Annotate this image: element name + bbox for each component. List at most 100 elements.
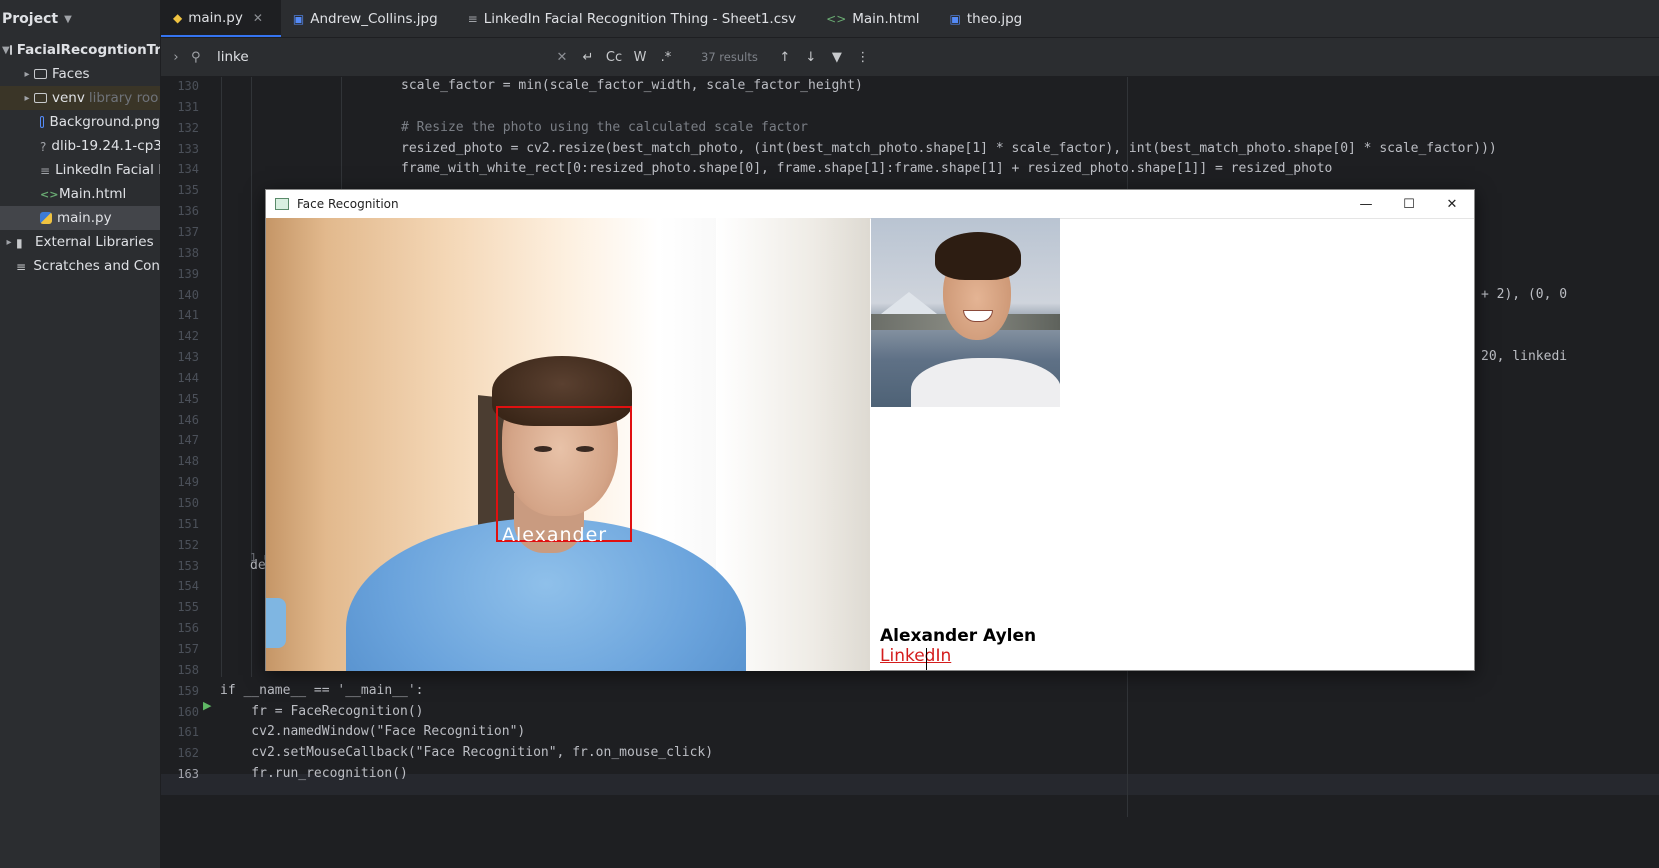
tree-item-background-png[interactable]: Background.png	[0, 110, 160, 134]
tree-item-label: LinkedIn Facial F	[55, 162, 161, 178]
tree-item-faces[interactable]: ▸ Faces	[0, 62, 160, 86]
line-number: 158	[177, 662, 199, 677]
tree-item-label: Scratches and Con	[33, 258, 160, 274]
indent-guide	[341, 77, 342, 197]
project-view-header[interactable]: Project ▼	[0, 0, 160, 38]
text-cursor	[926, 648, 927, 670]
image-icon: ▣	[949, 11, 961, 26]
tree-item-label: External Libraries	[35, 234, 154, 250]
more-icon[interactable]: ⋮	[850, 50, 876, 65]
tab-andrew-collins-jpg[interactable]: ▣ Andrew_Collins.jpg	[281, 0, 456, 37]
line-number: 145	[177, 391, 199, 406]
chevron-right-icon[interactable]: ›	[161, 50, 191, 65]
filter-icon[interactable]: ▼	[824, 50, 850, 65]
chevron-down-icon[interactable]: ▼	[2, 45, 10, 56]
code-line[interactable]: fr = FaceRecognition()	[220, 704, 423, 719]
line-number: 161	[177, 725, 199, 740]
code-line[interactable]: 20, linkedi	[1481, 349, 1567, 364]
line-number: 131	[177, 99, 199, 114]
line-number: 151	[177, 516, 199, 531]
tab-main-html[interactable]: <> Main.html	[814, 0, 937, 37]
tree-item-label: Faces	[52, 66, 90, 82]
chevron-right-icon[interactable]: ▸	[2, 237, 16, 248]
linkedin-link[interactable]: LinkedIn	[880, 646, 951, 666]
line-number: 142	[177, 329, 199, 344]
tree-item-label: Background.png	[49, 114, 160, 130]
unknown-file-icon: ?	[40, 140, 47, 154]
tree-item-dlib[interactable]: ? dlib-19.24.1-cp3	[0, 134, 160, 158]
maximize-icon[interactable]: ☐	[1387, 190, 1431, 218]
tree-item-main-html[interactable]: <> Main.html	[0, 182, 160, 206]
folder-icon	[34, 69, 47, 79]
chevron-right-icon[interactable]: ▸	[20, 93, 34, 104]
line-number: 132	[177, 120, 199, 135]
chevron-down-icon[interactable]: ▼	[64, 14, 72, 25]
line-number: 134	[177, 162, 199, 177]
window-title: Face Recognition	[297, 197, 399, 211]
code-line[interactable]: cv2.namedWindow("Face Recognition")	[220, 724, 525, 739]
tree-item-external-libraries[interactable]: ▸ ▮ External Libraries	[0, 230, 160, 254]
line-number: 136	[177, 204, 199, 219]
tab-csv[interactable]: ≡ LinkedIn Facial Recognition Thing - Sh…	[456, 0, 815, 37]
line-number: 139	[177, 266, 199, 281]
line-number: 156	[177, 621, 199, 636]
close-icon[interactable]: ✕	[253, 11, 263, 25]
line-number: 148	[177, 454, 199, 469]
code-line[interactable]: resized_photo = cv2.resize(best_match_ph…	[401, 141, 1497, 156]
regex-button[interactable]: .*	[653, 50, 679, 65]
match-name: Alexander Aylen	[880, 626, 1037, 646]
code-line[interactable]: if __name__ == '__main__':	[220, 683, 424, 698]
line-number: 130	[177, 79, 199, 93]
tab-theo-jpg[interactable]: ▣ theo.jpg	[938, 0, 1041, 37]
face-detection-box	[496, 406, 632, 542]
line-number: 150	[177, 496, 199, 510]
code-line[interactable]: + 2), (0, 0	[1481, 287, 1567, 302]
arrow-up-icon[interactable]: ↑	[772, 50, 798, 65]
minimize-icon[interactable]: —	[1344, 190, 1388, 218]
tree-item-label: venv	[52, 90, 85, 106]
run-icon[interactable]: ▶	[203, 699, 211, 712]
line-number: 133	[177, 141, 199, 156]
code-line[interactable]: fr.run_recognition()	[220, 766, 408, 781]
project-sidebar: Project ▼ ▼ FacialRecogntionTr ▸ Faces ▸…	[0, 0, 161, 868]
tree-item-suffix: library roo	[88, 90, 159, 106]
code-line[interactable]: frame_with_white_rect[0:resized_photo.sh…	[401, 161, 1332, 176]
tree-item-root[interactable]: ▼ FacialRecogntionTr	[0, 38, 160, 62]
tree-item-csv[interactable]: ≡ LinkedIn Facial F	[0, 158, 160, 182]
line-number: 162	[177, 746, 199, 761]
find-input[interactable]	[215, 48, 549, 66]
close-icon[interactable]: ✕	[1430, 190, 1474, 218]
line-number: 152	[177, 537, 199, 552]
window-title-bar[interactable]: Face Recognition — ☐ ✕	[266, 190, 1474, 219]
arrow-down-icon[interactable]: ↓	[798, 50, 824, 65]
mountain	[881, 292, 937, 314]
tab-label: main.py	[188, 9, 243, 26]
line-number: 147	[177, 433, 199, 448]
line-number: 140	[177, 287, 199, 302]
tab-main-py[interactable]: ◆ main.py ✕	[161, 0, 281, 37]
code-line[interactable]: scale_factor = min(scale_factor_width, s…	[401, 78, 863, 93]
new-line-icon[interactable]: ↵	[575, 50, 601, 65]
search-icon[interactable]: ⚲	[191, 50, 215, 65]
face-recognition-window[interactable]: Face Recognition — ☐ ✕ Alexander Alexand	[265, 189, 1475, 671]
find-results-count: 37 results	[701, 50, 758, 64]
tree-item-venv[interactable]: ▸ venv library roo	[0, 86, 160, 110]
whole-words-button[interactable]: W	[627, 50, 653, 65]
line-number: 160	[177, 704, 199, 719]
code-line[interactable]: # Resize the photo using the calculated …	[401, 120, 808, 135]
line-number: 138	[177, 245, 199, 260]
project-title: Project	[2, 11, 59, 27]
tab-label: LinkedIn Facial Recognition Thing - Shee…	[483, 10, 797, 27]
tab-label: Main.html	[852, 10, 920, 27]
window-canvas[interactable]: Alexander Alexander Aylen LinkedIn	[266, 218, 1474, 671]
tree-item-scratches[interactable]: ≡ Scratches and Con	[0, 254, 160, 278]
chevron-right-icon[interactable]: ▸	[20, 69, 34, 80]
code-line[interactable]: cv2.setMouseCallback("Face Recognition",…	[220, 745, 713, 760]
tree-item-main-py[interactable]: main.py	[0, 206, 160, 230]
clear-icon[interactable]: ✕	[549, 50, 575, 65]
blue-object	[266, 598, 286, 648]
image-icon: ▣	[292, 11, 305, 26]
html-file-icon: <>	[40, 188, 59, 201]
match-case-button[interactable]: Cc	[601, 50, 627, 65]
line-number: 141	[177, 308, 199, 323]
